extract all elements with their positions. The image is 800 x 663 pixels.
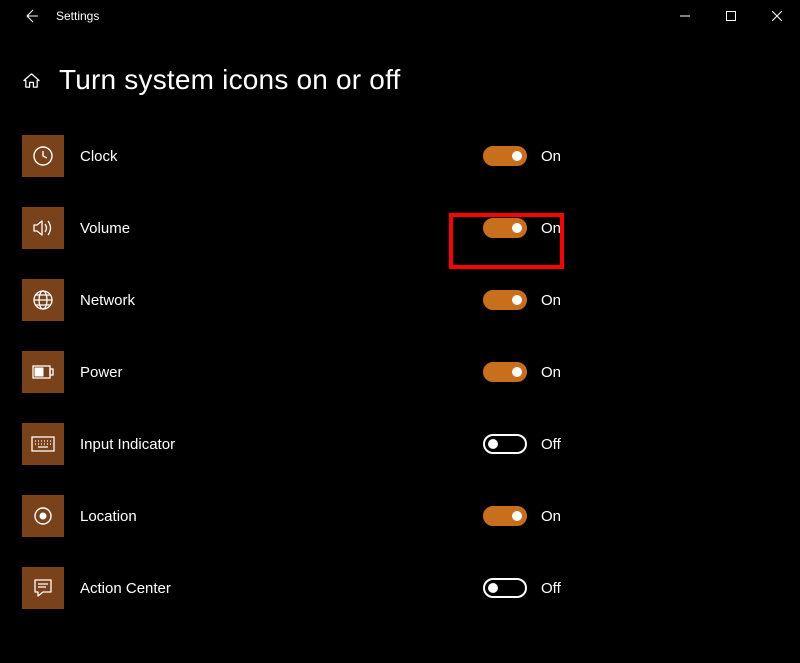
toggle-state: Off (541, 580, 561, 597)
action-center-icon (22, 567, 64, 609)
setting-label: Volume (80, 220, 130, 237)
minimize-icon (680, 11, 690, 21)
titlebar: Settings (0, 0, 800, 32)
setting-action-center: Action Center Off (22, 552, 800, 624)
toggle-network[interactable] (483, 290, 527, 310)
arrow-left-icon (23, 8, 39, 24)
setting-label: Action Center (80, 580, 171, 597)
setting-label: Clock (80, 148, 118, 165)
setting-clock: Clock On (22, 120, 800, 192)
setting-location: Location On (22, 480, 800, 552)
settings-list: Clock On Volume On Network (0, 120, 800, 624)
close-icon (772, 11, 782, 21)
app-name: Settings (56, 9, 99, 23)
power-icon (22, 351, 64, 393)
setting-network: Network On (22, 264, 800, 336)
volume-icon (22, 207, 64, 249)
location-icon (22, 495, 64, 537)
setting-volume: Volume On (22, 192, 800, 264)
maximize-button[interactable] (708, 0, 754, 32)
setting-power: Power On (22, 336, 800, 408)
maximize-icon (726, 11, 736, 21)
clock-icon (22, 135, 64, 177)
setting-label: Network (80, 292, 135, 309)
setting-label: Power (80, 364, 123, 381)
keyboard-icon (22, 423, 64, 465)
toggle-state: On (541, 220, 561, 237)
toggle-state: On (541, 508, 561, 525)
toggle-state: On (541, 148, 561, 165)
toggle-state: On (541, 292, 561, 309)
toggle-power[interactable] (483, 362, 527, 382)
page-title: Turn system icons on or off (59, 64, 401, 96)
setting-input-indicator: Input Indicator Off (22, 408, 800, 480)
home-icon[interactable] (22, 71, 41, 90)
page-header: Turn system icons on or off (0, 32, 800, 120)
toggle-volume[interactable] (483, 218, 527, 238)
back-button[interactable] (10, 0, 52, 32)
setting-label: Location (80, 508, 137, 525)
toggle-state: On (541, 364, 561, 381)
toggle-action-center[interactable] (483, 578, 527, 598)
setting-label: Input Indicator (80, 436, 175, 453)
toggle-clock[interactable] (483, 146, 527, 166)
toggle-input-indicator[interactable] (483, 434, 527, 454)
minimize-button[interactable] (662, 0, 708, 32)
toggle-location[interactable] (483, 506, 527, 526)
network-icon (22, 279, 64, 321)
toggle-state: Off (541, 436, 561, 453)
close-button[interactable] (754, 0, 800, 32)
window-controls (662, 0, 800, 32)
